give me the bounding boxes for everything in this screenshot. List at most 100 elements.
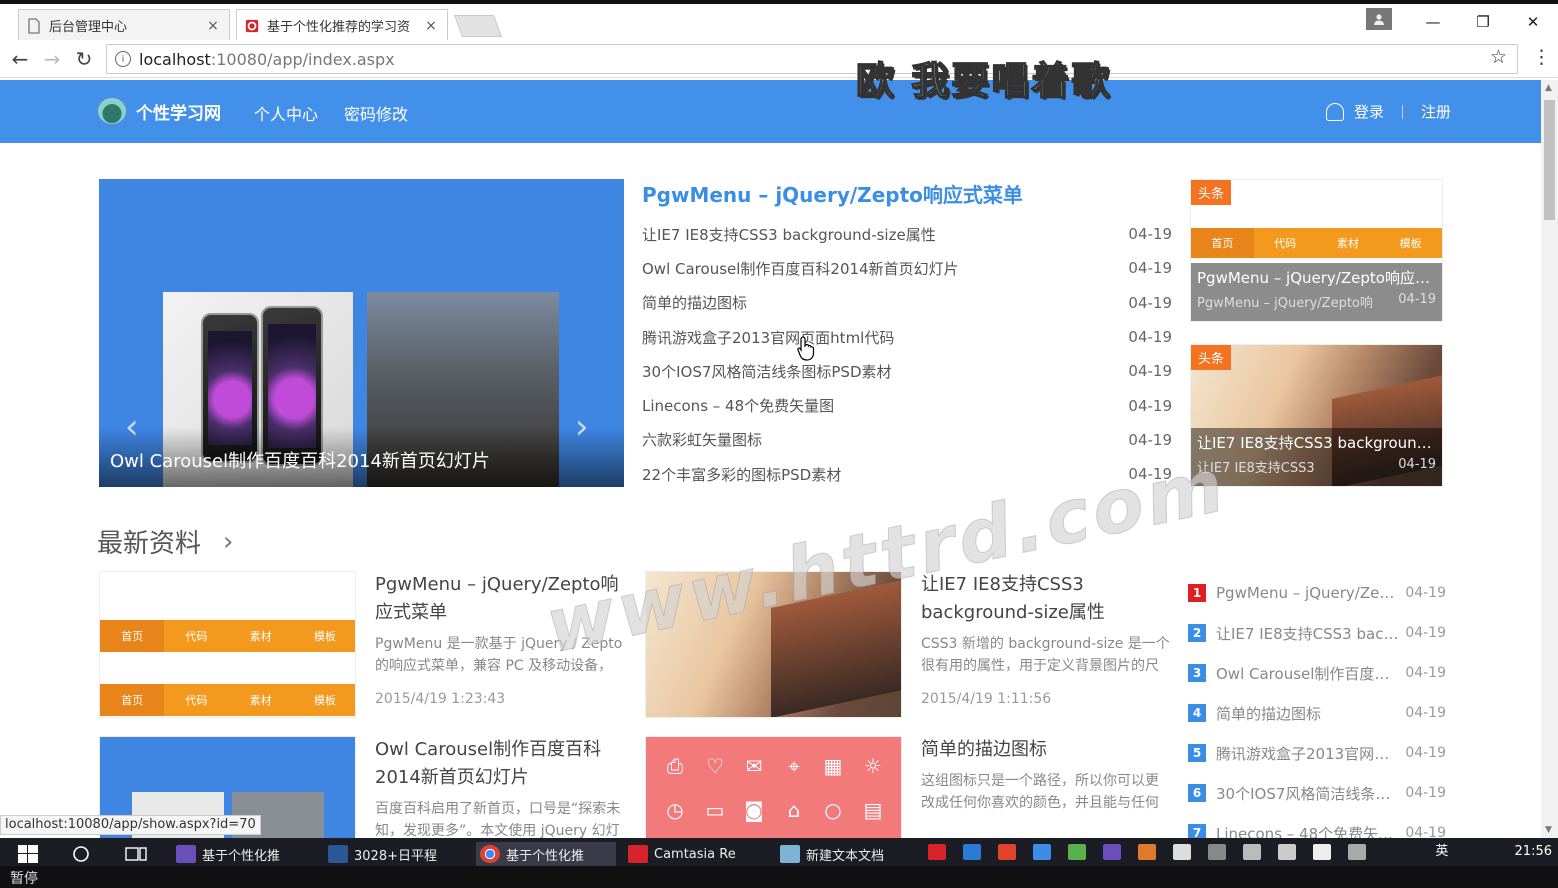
tray-app-icon[interactable] [1068,844,1086,860]
headline-row[interactable]: Owl Carousel制作百度百科2014新首页幻灯片 04-19 [642,251,1172,285]
start-button[interactable] [18,842,38,866]
info-icon[interactable]: i [115,51,131,67]
task-view-icon[interactable] [124,842,148,866]
search-icon[interactable] [72,842,90,866]
back-button[interactable]: ← [6,46,34,72]
headline-row-title[interactable]: 30个IOS7风格简洁线条图标PSD素材 [642,361,892,382]
network-icon[interactable] [1208,844,1226,860]
page-scrollbar[interactable]: ▲ ▼ [1541,80,1558,838]
ranking-title[interactable]: PgwMenu – jQuery/Zep... [1216,584,1405,602]
tray-app-icon[interactable] [1138,844,1156,860]
headline-row-title[interactable]: Linecons – 48个免费矢量图 [642,395,834,416]
headline-row-title[interactable]: 简单的描边图标 [642,292,747,313]
taskbar-app-chrome[interactable]: 基于个性化推 [476,842,616,866]
hero-carousel[interactable]: Owl Carousel制作百度百科2014新首页幻灯片 ‹ › [99,179,624,487]
tray-app-icon[interactable] [1033,844,1051,860]
headline-row[interactable]: 30个IOS7风格简洁线条图标PSD素材 04-19 [642,354,1172,388]
side-card[interactable]: 头条 让IE7 IE8支持CSS3 backgroun… 让IE7 IE8支持C… [1190,344,1443,487]
tray-app-icon[interactable] [1103,844,1121,860]
ranking-title[interactable]: Owl Carousel制作百度百... [1216,663,1405,684]
tray-app-icon[interactable] [963,844,981,860]
ranking-date: 04-19 [1405,585,1446,601]
close-icon[interactable]: × [205,18,221,34]
restore-button[interactable]: ❐ [1458,4,1508,40]
ranking-list: 1 PgwMenu – jQuery/Zep... 04-19 2 让IE7 IE8支持… [1188,573,1446,838]
scrollbar-thumb[interactable] [1544,100,1555,220]
reload-button[interactable]: ↻ [70,46,98,72]
headline-row-title[interactable]: 腾讯游戏盒子2013官网页面html代码 [642,327,894,348]
notification-icon[interactable] [1313,844,1331,860]
bookmark-star-icon[interactable]: ☆ [1490,46,1507,68]
latest-section-title[interactable]: 最新资料 › [97,523,233,560]
ranking-row[interactable]: 7 Linecons – 48个免费矢量... 04-19 [1188,813,1446,838]
latest-item[interactable]: ⎙ ♡ ✉ ⌖ ▦ ☼ ◷ ▭ ◙ ⌂ ○ ▤ 简单的描边图标 这组图标只是一个… [645,736,1175,838]
login-link[interactable]: 登录 [1354,101,1384,122]
tray-app-icon[interactable] [1173,844,1191,860]
keyboard-icon[interactable] [1348,844,1366,860]
chevron-right-icon[interactable]: › [223,527,233,557]
browser-menu-icon[interactable]: ⋮ [1532,46,1551,68]
menu-preview-item: 代码 [185,630,208,643]
headline-row[interactable]: 让IE7 IE8支持CSS3 background-size属性 04-19 [642,217,1172,251]
tray-app-icon[interactable] [998,844,1016,860]
headline-row-title[interactable]: Owl Carousel制作百度百科2014新首页幻灯片 [642,258,959,279]
scroll-down-icon[interactable]: ▼ [1545,825,1552,835]
ranking-title[interactable]: 30个IOS7风格简洁线条图... [1216,783,1405,804]
rank-number-badge: 7 [1188,824,1206,838]
taskbar-app-word[interactable]: 3028+日平程 [328,842,468,866]
headline-row-title[interactable]: 让IE7 IE8支持CSS3 background-size属性 [642,224,936,245]
taskbar-app-camtasia[interactable]: Camtasia Re [628,842,768,866]
ranking-row[interactable]: 5 腾讯游戏盒子2013官网页... 04-19 [1188,733,1446,773]
headline-row[interactable]: 六款彩虹矢量图标 04-19 [642,423,1172,457]
headline-row[interactable]: 腾讯游戏盒子2013官网页面html代码 04-19 [642,320,1172,354]
taskbar-app-notepad[interactable]: 新建文本文档 [780,842,920,866]
browser-tab-active[interactable]: 基于个性化推荐的学习资 × [236,9,448,41]
new-tab-button[interactable] [453,15,503,37]
ranking-title[interactable]: 腾讯游戏盒子2013官网页... [1216,743,1405,764]
item-thumbnail[interactable]: ⎙ ♡ ✉ ⌖ ▦ ☼ ◷ ▭ ◙ ⌂ ○ ▤ [645,736,902,838]
nav-change-password[interactable]: 密码修改 [344,101,408,125]
ime-indicator[interactable]: 英 [1435,844,1448,859]
headline-row-title[interactable]: 22个丰富多彩的图标PSD素材 [642,464,841,485]
ranking-row[interactable]: 4 简单的描边图标 04-19 [1188,693,1446,733]
headline-row[interactable]: 简单的描边图标 04-19 [642,286,1172,320]
item-thumbnail[interactable]: 首页 代码 素材 模板 首页 代码 素材 模板 [99,571,356,718]
ranking-row[interactable]: 1 PgwMenu – jQuery/Zep... 04-19 [1188,573,1446,613]
battery-icon[interactable] [1243,844,1261,860]
site-logo[interactable]: 个性学习网 [98,98,221,124]
close-window-button[interactable]: ✕ [1508,4,1558,40]
side-card[interactable]: 头条 首页 代码 素材 模板 PgwMenu – jQuery/Zepto响应…… [1190,179,1443,322]
clock[interactable]: 21:56 [1515,844,1552,859]
ranking-row[interactable]: 6 30个IOS7风格简洁线条图... 04-19 [1188,773,1446,813]
video-caption-overlay: 欧 我要唱着歌 [855,58,1112,104]
ranking-title[interactable]: Linecons – 48个免费矢量... [1216,823,1405,839]
carousel-next-icon[interactable]: › [575,407,589,447]
ranking-title[interactable]: 简单的描边图标 [1216,703,1405,724]
minimize-button[interactable]: — [1408,4,1458,40]
headline-row-title[interactable]: 六款彩虹矢量图标 [642,429,762,450]
item-title-link[interactable]: Owl Carousel制作百度百科2014新首页幻灯片 [375,736,625,792]
url-input[interactable]: i localhost:10080/app/index.aspx [106,44,1518,74]
close-icon[interactable]: × [423,18,439,34]
ranking-title[interactable]: 让IE7 IE8支持CSS3 backg... [1216,623,1405,644]
ranking-row[interactable]: 3 Owl Carousel制作百度百... 04-19 [1188,653,1446,693]
ranking-row[interactable]: 2 让IE7 IE8支持CSS3 backg... 04-19 [1188,613,1446,653]
taskbar-app-vs[interactable]: 基于个性化推 [176,842,316,866]
tray-app-icon[interactable] [928,844,946,860]
headline-title-link[interactable]: PgwMenu – jQuery/Zepto响应式菜单 [642,179,1172,217]
scroll-up-icon[interactable]: ▲ [1545,83,1552,93]
register-link[interactable]: 注册 [1421,101,1451,122]
card-caption: 让IE7 IE8支持CSS3 backgroun… 让IE7 IE8支持CSS3… [1191,428,1442,486]
volume-icon[interactable] [1278,844,1296,860]
carousel-caption: Owl Carousel制作百度百科2014新首页幻灯片 [99,427,624,487]
tab-label: 基于个性化推荐的学习资 [267,20,411,35]
headline-row[interactable]: Linecons – 48个免费矢量图 04-19 [642,388,1172,422]
browser-tab-admin[interactable]: 后台管理中心 × [18,9,230,41]
menu-preview-item: 模板 [1399,237,1422,250]
forward-button[interactable]: → [38,46,66,72]
nav-personal-center[interactable]: 个人中心 [254,101,318,125]
carousel-prev-icon[interactable]: ‹ [125,407,139,447]
tray-clock-area[interactable]: 英 21:56 [1435,840,1552,859]
item-title-link[interactable]: 简单的描边图标 [921,736,1171,764]
profile-icon[interactable] [1366,8,1392,30]
